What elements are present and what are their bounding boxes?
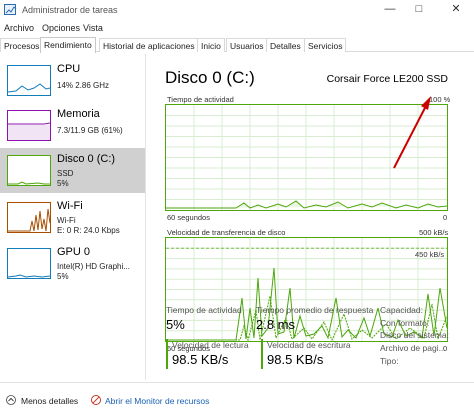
write-speed-value: 98.5 KB/s [267, 352, 324, 367]
sidebar-item-memoria[interactable]: Memoria 7.3/11.9 GB (61%) [0, 103, 145, 148]
activity-stat-label: Tiempo de actividad [166, 305, 242, 315]
menu-archivo[interactable]: Archivo [4, 23, 34, 33]
sidebar-item-label: Disco 0 (C:) [57, 153, 116, 165]
property-disco-sistema: Disco del sistema: [380, 330, 449, 340]
footer-bar: Menos detalles Abrir el Monitor de recur… [0, 382, 474, 418]
disk-graph-icon [7, 155, 51, 186]
sidebar-item-throughput: E: 0 R: 24.0 Kbps [57, 226, 120, 235]
activity-chart-max: 100 % [429, 95, 451, 104]
wifi-graph-icon [7, 202, 51, 233]
sidebar-item-label: Memoria [57, 108, 100, 120]
property-con-formato: Con formato: [380, 318, 430, 328]
activity-chart-time: 60 segundos [167, 213, 210, 222]
sidebar-item-label: CPU [57, 63, 81, 75]
sidebar-item-usage: 5% [57, 179, 69, 188]
memory-graph-icon [7, 110, 51, 141]
resource-monitor-link[interactable]: Abrir el Monitor de recursos [105, 396, 209, 406]
transfer-chart-mid: 450 kB/s [415, 250, 445, 259]
write-speed-indicator [261, 339, 263, 369]
resource-monitor-icon [91, 395, 101, 405]
sidebar-item-detail: Intel(R) HD Graphi... [57, 262, 130, 271]
sidebar-item-label: Wi-Fi [57, 200, 83, 212]
activity-chart [165, 104, 448, 211]
response-stat-value: 2.8 ms [256, 317, 296, 332]
tab-usuarios[interactable]: Usuarios [226, 38, 268, 52]
sidebar-item-usage: 5% [57, 272, 69, 281]
property-capacidad: Capacidad: [380, 305, 424, 315]
disk-model: Corsair Force LE200 SSD [326, 73, 448, 85]
tab-rendimiento[interactable]: Rendimiento [40, 37, 96, 53]
sidebar-item-detail: 14% 2.86 GHz [57, 81, 110, 90]
write-speed-label: Velocidad de escritura [267, 340, 351, 350]
activity-chart-min: 0 [443, 213, 448, 222]
sidebar-item-label: GPU 0 [57, 246, 91, 258]
fewer-details-button[interactable]: Menos detalles [21, 396, 78, 406]
sidebar-item-detail: Wi-Fi [57, 216, 76, 225]
sidebar-item-disco[interactable]: Disco 0 (C:) SSD 5% [0, 148, 145, 193]
performance-sidebar: CPU 14% 2.86 GHz Memoria 7.3/11.9 GB (61… [0, 54, 146, 380]
read-speed-value: 98.5 KB/s [172, 352, 229, 367]
gpu-graph-icon [7, 248, 51, 279]
read-speed-indicator [166, 339, 168, 369]
tab-bar: Procesos Rendimiento Historial de aplica… [0, 37, 474, 53]
task-manager-icon [4, 4, 17, 15]
sidebar-item-gpu[interactable]: GPU 0 Intel(R) HD Graphi... 5% [0, 241, 145, 286]
minimize-icon[interactable]: — [375, 0, 405, 20]
menu-vista[interactable]: Vista [83, 23, 103, 33]
sidebar-item-detail: SSD [57, 169, 74, 178]
property-archivo-paginacion: Archivo de pagi... [380, 343, 446, 353]
sidebar-item-detail: 7.3/11.9 GB (61%) [57, 126, 123, 135]
tab-historial[interactable]: Historial de aplicaciones [99, 38, 199, 52]
response-stat-label: Tiempo promedio de respuesta [256, 305, 374, 315]
page-title: Disco 0 (C:) [165, 68, 255, 87]
sidebar-item-cpu[interactable]: CPU 14% 2.86 GHz [0, 58, 145, 103]
title-bar: Administrador de tareas — □ ✕ [0, 0, 474, 20]
tab-servicios[interactable]: Servicios [304, 38, 347, 52]
window-title: Administrador de tareas [22, 5, 118, 15]
chevron-up-icon[interactable] [6, 395, 16, 405]
read-speed-label: Velocidad de lectura [172, 340, 249, 350]
tab-inicio[interactable]: Inicio [197, 38, 225, 52]
menu-opciones[interactable]: Opciones [42, 23, 80, 33]
menu-bar: Archivo Opciones Vista [0, 20, 474, 36]
maximize-icon[interactable]: □ [404, 0, 434, 20]
cpu-graph-icon [7, 65, 51, 96]
transfer-chart-label: Velocidad de transferencia de disco [167, 228, 286, 237]
activity-stat-value: 5% [166, 317, 185, 332]
transfer-chart-max: 500 kB/s [419, 228, 449, 237]
property-tipo: Tipo: [380, 356, 399, 366]
activity-chart-label: Tiempo de actividad [167, 95, 234, 104]
sidebar-item-wifi[interactable]: Wi-Fi Wi-Fi E: 0 R: 24.0 Kbps [0, 195, 145, 240]
close-icon[interactable]: ✕ [441, 0, 471, 20]
tab-detalles[interactable]: Detalles [266, 38, 305, 52]
tab-procesos[interactable]: Procesos [0, 38, 44, 52]
